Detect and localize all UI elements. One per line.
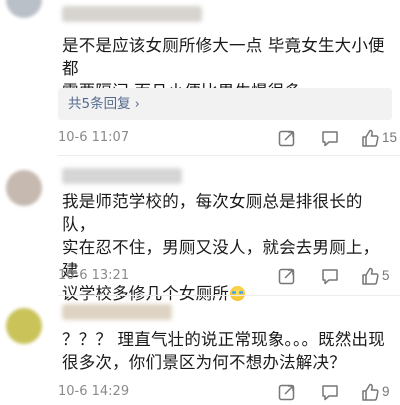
comment-item: 是不是应该女厕所修大一点 毕竟女生大小便都 需要隔间 而且小便比男生慢很多 共5… [0, 0, 400, 156]
avatar[interactable] [6, 0, 42, 18]
username[interactable] [62, 168, 182, 184]
comment-icon[interactable] [320, 128, 340, 148]
like-count: 9 [382, 384, 390, 399]
comment-meta: 10-6 13:21 5 [58, 266, 392, 286]
comment-text: 我是师范学校的，每次女厕总是排很长的队， 实在忍不住，男厕又没人，就会去男厕上，… [62, 190, 392, 305]
timestamp: 10-6 14:29 [58, 384, 130, 399]
like-count: 5 [382, 268, 390, 283]
comment-icon[interactable] [320, 266, 340, 286]
share-icon[interactable] [277, 382, 297, 402]
comment-text-main: 我是师范学校的，每次女厕总是排很长的队， 实在忍不住，男厕又没人，就会去男厕上，… [62, 192, 380, 303]
chevron-right-icon: › [134, 97, 140, 112]
thumbs-up-icon[interactable] [360, 128, 380, 148]
comment-text: ？？？ 理直气壮的说正常现象。。。既然出现 很多次，你们景区为何不想办法解决？ [62, 330, 385, 372]
username[interactable] [62, 6, 202, 22]
thumbs-up-icon[interactable] [360, 382, 380, 402]
timestamp: 10-6 11:07 [58, 130, 130, 145]
share-icon[interactable] [277, 266, 297, 286]
timestamp: 10-6 13:21 [58, 268, 130, 283]
comment-item: 我是师范学校的，每次女厕总是排很长的队， 实在忍不住，男厕又没人，就会去男厕上，… [0, 156, 400, 303]
username[interactable] [62, 304, 172, 320]
like-count: 15 [382, 130, 398, 145]
share-icon[interactable] [277, 128, 297, 148]
avatar[interactable] [6, 170, 42, 206]
comment-item: ？？？ 理直气壮的说正常现象。。。既然出现 很多次，你们景区为何不想办法解决？ … [0, 296, 400, 405]
thumbs-up-icon[interactable] [360, 266, 380, 286]
reply-summary: 共5条回复 [68, 96, 131, 112]
comment-meta: 10-6 11:07 15 [58, 128, 397, 148]
view-replies-button[interactable]: 共5条回复 › [58, 88, 392, 120]
comment-icon[interactable] [320, 382, 340, 402]
comment-meta: 10-6 14:29 9 [58, 382, 392, 402]
avatar[interactable] [6, 308, 42, 344]
